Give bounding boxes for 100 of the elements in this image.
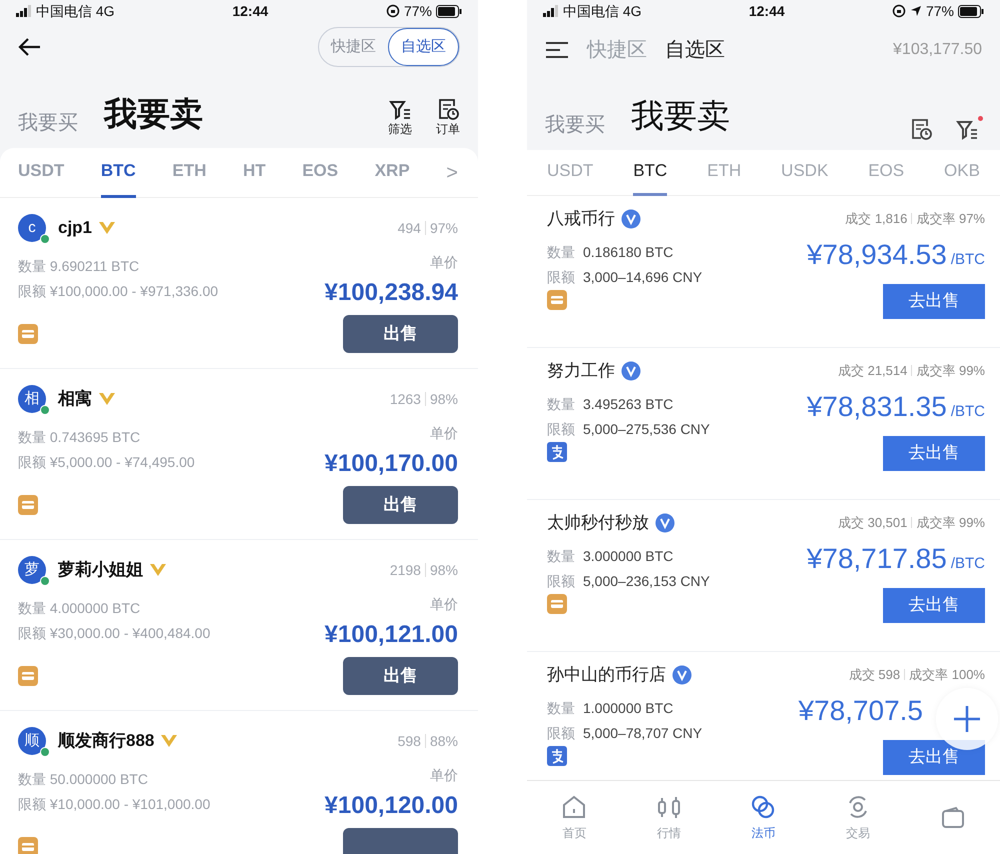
verified-badge-icon [672,664,692,685]
card-icon [18,666,38,686]
completion-rate: 98% [430,560,458,580]
clock-text: 12:44 [232,2,268,20]
completion-rate: 88% [430,732,458,750]
sell-button[interactable]: 出售 [343,315,458,353]
clock-text: 12:44 [748,2,785,20]
price-text: ¥100,170.00 [324,449,458,479]
verified-badge-icon [655,512,675,533]
online-dot [40,234,50,244]
segment-tab[interactable]: 自选区 [647,35,725,65]
filter-icon[interactable] [956,120,978,140]
sell-button[interactable]: 出售 [343,657,458,695]
amount-value: 3.495263 BTC [583,396,674,412]
price-unit: /BTC [950,402,985,422]
sell-button[interactable]: 出售 [343,486,458,524]
verified-badge-icon [621,360,641,381]
limit-text: 限额 ¥100,000.00 - ¥971,336.00 [18,282,218,301]
amount-text: 数量 9.690211 BTC [18,257,140,276]
trade-count: 成交 598 [848,666,900,684]
price-label: 单价 [429,766,458,785]
card-icon [18,324,38,344]
menu-icon[interactable] [545,41,569,59]
battery-icon [436,4,462,18]
avatar-letter: 相 [24,388,40,409]
amount-text: 数量 4.000000 BTC [18,599,142,618]
price-text: ¥78,717.85 [806,542,947,576]
limit-label: 限额 [547,420,575,436]
sell-button[interactable]: 去出售 [883,284,985,318]
trade-count: 2198 [390,560,421,580]
carrier-text: 中国电信 4G [36,2,115,20]
card-icon [18,495,38,515]
merchant-name[interactable]: 孙中山的币行店 [547,662,666,688]
merchant-name[interactable]: 萝莉小姐姐 [58,557,143,583]
online-dot [40,576,50,586]
sell-button[interactable]: 去出售 [883,436,985,470]
rotation-lock-icon [892,4,906,18]
amount-value: 0.186180 BTC [583,244,674,260]
sell-button[interactable]: 去出售 [883,740,985,774]
side-tab[interactable]: 我要卖 [617,90,742,140]
tool-label[interactable]: 筛选 [388,120,412,138]
segment-tab[interactable]: 自选区 [388,28,459,66]
balance-text: ¥103,177.50 [893,40,982,60]
clock-document-icon[interactable] [437,98,459,120]
completion-rate: 成交率 99% [916,514,985,532]
rotation-lock-icon [386,4,400,18]
merchant-name[interactable]: 相寓 [58,386,92,412]
wallet-icon[interactable] [940,804,966,830]
card-icon [547,594,567,614]
battery-text: 77% [404,2,432,20]
clock-document-icon[interactable] [910,118,932,140]
price-text: ¥78,707.5 [798,694,923,728]
merchant-name[interactable]: 八戒币行 [547,206,615,232]
limit-label: 限额 [547,572,575,588]
limit-value: 5,000–236,153 CNY [583,572,710,588]
avatar-letter: c [28,218,36,238]
amount-label: 数量 [547,548,575,564]
amount-label: 数量 [547,700,575,716]
location-icon [910,5,922,17]
limit-label: 限额 [547,724,575,740]
price-text: ¥100,120.00 [324,791,458,821]
amount-label: 数量 [547,244,575,260]
price-label: 单价 [429,595,458,614]
completion-rate: 97% [430,218,458,238]
vip-badge-icon [98,392,116,406]
plus-icon[interactable] [952,704,982,734]
merchant-name[interactable]: 太帅秒付秒放 [547,510,649,536]
merchant-name[interactable]: 顺发商行888 [58,728,154,754]
amount-value: 3.000000 BTC [583,548,674,564]
price-text: ¥100,121.00 [324,620,458,650]
price-unit: /BTC [950,250,985,270]
limit-value: 5,000–78,707 CNY [583,724,702,740]
side-tab[interactable]: 我要卖 [90,88,215,138]
signal-icon [16,5,32,17]
home-icon[interactable] [561,794,588,820]
trade-count: 1263 [390,390,421,408]
amount-text: 数量 50.000000 BTC [18,770,149,789]
merchant-name[interactable]: cjp1 [58,215,92,241]
completion-rate: 成交率 99% [916,362,985,380]
price-text: ¥78,934.53 [806,238,947,272]
tool-label[interactable]: 订单 [436,120,460,138]
segment-tab[interactable]: 快捷区 [319,28,388,66]
limit-text: 限额 ¥5,000.00 - ¥74,495.00 [18,453,195,472]
notification-dot [978,116,983,121]
payment-app-icon [547,746,567,766]
merchant-name[interactable]: 努力工作 [547,358,615,384]
signal-icon [543,5,559,17]
amount-text: 数量 0.743695 BTC [18,428,142,447]
card-icon [547,290,567,310]
coins-icon[interactable] [750,794,776,820]
sell-button[interactable]: 去出售 [883,588,985,622]
trade-count: 成交 30,501 [838,514,908,532]
side-tab[interactable]: 我要买 [18,108,90,138]
side-tab[interactable]: 我要买 [545,110,617,140]
back-arrow-icon[interactable] [18,37,42,57]
nav-item[interactable]: 法币 [728,794,798,842]
trade-count: 494 [398,218,421,238]
vip-badge-icon [149,563,167,577]
price-text: ¥78,831.35 [806,390,947,424]
filter-icon[interactable] [389,100,411,120]
